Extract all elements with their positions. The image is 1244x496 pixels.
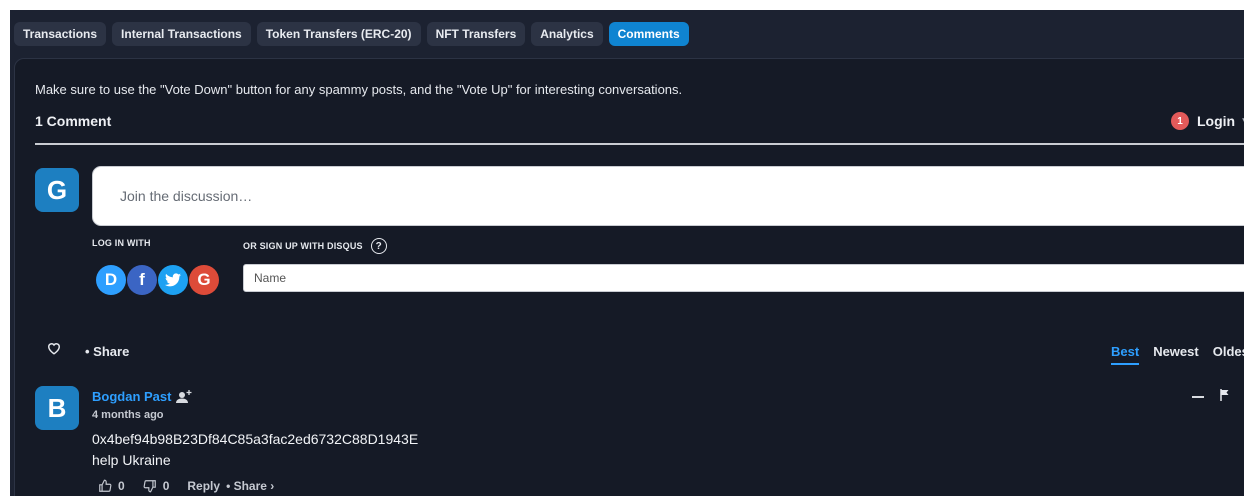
comment-text-line: 0x4bef94b98B23Df84C85a3fac2ed6732C88D194…: [92, 431, 419, 447]
help-icon[interactable]: ?: [370, 238, 387, 254]
collapse-icon[interactable]: [1192, 396, 1204, 398]
thumbs-down-icon[interactable]: [143, 479, 157, 493]
tab-transactions[interactable]: Transactions: [14, 22, 107, 46]
comment-compose-box[interactable]: Join the discussion…: [92, 166, 1244, 226]
comment-actions: 0 0 Reply • Share ›: [98, 479, 274, 493]
login-label: Login: [1197, 113, 1236, 129]
avatar: G: [35, 168, 79, 212]
tab-bar: Transactions Internal Transactions Token…: [14, 22, 689, 46]
downvote-count: 0: [162, 479, 170, 493]
sort-newest[interactable]: Newest: [1153, 344, 1199, 365]
content-frame: Transactions Internal Transactions Token…: [10, 10, 1244, 496]
heart-icon[interactable]: [47, 342, 61, 360]
sort-oldest[interactable]: Oldest: [1213, 344, 1244, 365]
signup-disqus-label: OR SIGN UP WITH DISQUS ?: [243, 238, 387, 254]
disqus-login-button[interactable]: D: [96, 265, 126, 295]
upvote-count: 0: [118, 479, 125, 493]
twitter-login-button[interactable]: [158, 265, 188, 295]
follow-user-icon[interactable]: [176, 389, 192, 404]
twitter-icon: [165, 273, 181, 287]
author-name-link[interactable]: Bogdan Past: [92, 389, 171, 404]
chevron-down-icon: ▼: [1240, 116, 1244, 127]
tab-comments[interactable]: Comments: [608, 22, 689, 46]
social-login-buttons: D f G: [96, 265, 219, 295]
share-button[interactable]: • Share: [85, 344, 129, 359]
comment-count: 1 Comment: [35, 113, 112, 129]
moderation-notice: Make sure to use the "Vote Down" button …: [35, 82, 683, 97]
tab-nft-transfers[interactable]: NFT Transfers: [426, 22, 526, 46]
comments-panel: Make sure to use the "Vote Down" button …: [14, 58, 1244, 496]
thumbs-up-icon[interactable]: [98, 479, 112, 493]
login-menu[interactable]: 1 Login ▼: [1171, 112, 1244, 130]
signup-text: OR SIGN UP WITH DISQUS: [243, 241, 363, 251]
facebook-login-button[interactable]: f: [127, 265, 157, 295]
google-login-button[interactable]: G: [189, 265, 219, 295]
tab-internal-transactions[interactable]: Internal Transactions: [112, 22, 251, 46]
comment-share-button[interactable]: • Share ›: [226, 479, 274, 493]
name-field[interactable]: [243, 264, 1244, 292]
compose-placeholder: Join the discussion…: [120, 188, 253, 204]
comment-text-line: help Ukraine: [92, 452, 171, 468]
login-with-label: LOG IN WITH: [92, 238, 151, 248]
flag-icon[interactable]: [1220, 388, 1230, 406]
tab-token-transfers[interactable]: Token Transfers (ERC-20): [256, 22, 421, 46]
header-divider: [35, 143, 1244, 145]
comment-avatar[interactable]: B: [35, 386, 79, 430]
sort-options: Best Newest Oldest: [1111, 344, 1244, 365]
comment-timestamp[interactable]: 4 months ago: [92, 409, 164, 421]
notification-badge: 1: [1171, 112, 1189, 130]
sort-best[interactable]: Best: [1111, 344, 1140, 365]
tab-analytics[interactable]: Analytics: [531, 22, 603, 46]
comment-author: Bogdan Past: [92, 389, 192, 404]
reply-button[interactable]: Reply: [187, 479, 220, 493]
